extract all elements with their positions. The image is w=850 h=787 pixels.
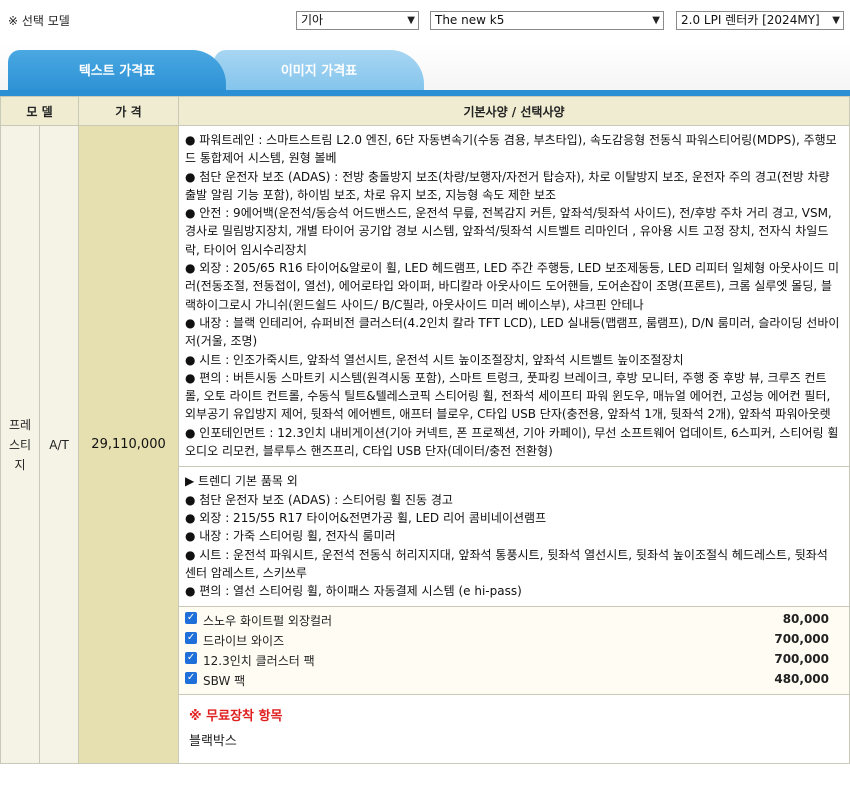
spec-line: ● 편의 : 버튼시동 스마트키 시스템(원격시동 포함), 스마트 트렁크, …	[185, 370, 831, 422]
brand-select[interactable]: 기아 ▼	[296, 11, 419, 30]
option-price: 700,000	[774, 652, 829, 667]
chevron-down-icon: ▼	[652, 15, 660, 26]
free-install-section: ※ 무료장착 항목 블랙박스	[179, 695, 849, 764]
checkbox-checked-icon[interactable]: ✓	[185, 652, 198, 665]
free-install-item: 블랙박스	[189, 734, 237, 750]
header-price: 가 격	[78, 96, 180, 126]
model-name: 프레스티지	[8, 417, 32, 472]
spec-line: ● 내장 : 블랙 인테리어, 슈퍼비전 클러스터(4.2인치 칼라 TFT L…	[185, 315, 840, 349]
checkbox-checked-icon[interactable]: ✓	[185, 672, 198, 685]
option-row[interactable]: ✓ 스노우 화이트펄 외장컬러 80,000	[179, 610, 849, 630]
chevron-down-icon: ▼	[407, 15, 415, 26]
checkbox-checked-icon[interactable]: ✓	[185, 632, 198, 645]
transmission-cell: A/T	[38, 124, 80, 765]
spec-line: ▶ 트렌디 기본 품목 외	[185, 474, 298, 489]
price-cell: 29,110,000	[78, 124, 180, 765]
checkbox-checked-icon[interactable]: ✓	[185, 612, 198, 625]
brand-select-value: 기아	[301, 13, 324, 27]
spec-line: ● 외장 : 205/65 R16 타이어&알로이 휠, LED 헤드램프, L…	[185, 261, 840, 312]
header-model: 모 델	[0, 96, 80, 126]
tab-label: 텍스트 가격표	[78, 64, 156, 79]
extra-spec-block: ▶ 트렌디 기본 품목 외 ● 첨단 운전자 보조 (ADAS) : 스티어링 …	[179, 467, 849, 608]
model-select-value: The new k5	[435, 13, 505, 27]
model-selector-bar: ※ 선택 모델 기아 ▼ The new k5 ▼ 2.0 LPI 렌터카 [2…	[0, 0, 850, 42]
option-price: 480,000	[774, 672, 829, 687]
spec-line: ● 내장 : 가죽 스티어링 휠, 전자식 룸미러	[185, 529, 396, 544]
free-install-title: ※ 무료장착 항목	[189, 709, 283, 725]
model-name-cell: 프레스티지	[0, 124, 40, 765]
features-cell: ● 파워트레인 : 스마트스트림 L2.0 엔진, 6단 자동변속기(수동 겸용…	[178, 124, 850, 765]
price-table: 모 델 가 격 기본사양 / 선택사양 프레스티지 A/T 29,110,000…	[0, 96, 850, 765]
spec-line: ● 첨단 운전자 보조 (ADAS) : 스티어링 휠 진동 경고	[185, 492, 453, 507]
option-price: 80,000	[782, 612, 829, 627]
table-header-row: 모 델 가 격 기본사양 / 선택사양	[0, 96, 850, 126]
option-row[interactable]: ✓ SBW 팩 480,000	[179, 670, 849, 690]
trim-select-value: 2.0 LPI 렌터카 [2024MY]	[681, 13, 820, 27]
tab-bar: 이미지 가격표 텍스트 가격표	[0, 44, 850, 96]
basic-spec-block: ● 파워트레인 : 스마트스트림 L2.0 엔진, 6단 자동변속기(수동 겸용…	[179, 126, 849, 468]
chevron-down-icon: ▼	[832, 15, 840, 26]
table-row: 프레스티지 A/T 29,110,000 ● 파워트레인 : 스마트스트림 L2…	[0, 124, 850, 765]
spec-line: ● 안전 : 9에어백(운전석/동승석 어드밴스드, 운전석 무릎, 전복감지 …	[185, 206, 832, 257]
spec-line: ● 시트 : 운전석 파워시트, 운전석 전동식 허리지지대, 앞좌석 통풍시트…	[185, 547, 828, 580]
option-name: SBW 팩	[203, 674, 246, 689]
spec-line: ● 인포테인먼트 : 12.3인치 내비게이션(기아 커넥트, 폰 프로젝션, …	[185, 425, 839, 459]
spec-line: ● 외장 : 215/55 R17 타이어&전면가공 휠, LED 리어 콤비네…	[185, 510, 547, 525]
option-name: 12.3인치 클러스터 팩	[203, 654, 315, 669]
option-name: 드라이브 와이즈	[203, 634, 285, 649]
spec-line: ● 편의 : 열선 스티어링 휠, 하이패스 자동결제 시스템 (e hi-pa…	[185, 584, 522, 599]
option-price: 700,000	[774, 632, 829, 647]
option-row[interactable]: ✓ 12.3인치 클러스터 팩 700,000	[179, 650, 849, 670]
spec-line: ● 첨단 운전자 보조 (ADAS) : 전방 충돌방지 보조(차량/보행자/자…	[185, 169, 830, 202]
header-features: 기본사양 / 선택사양	[178, 96, 850, 126]
trim-select[interactable]: 2.0 LPI 렌터카 [2024MY] ▼	[676, 11, 844, 30]
option-list: ✓ 스노우 화이트펄 외장컬러 80,000 ✓ 드라이브 와이즈 700,00…	[179, 607, 849, 696]
model-select[interactable]: The new k5 ▼	[430, 11, 664, 30]
spec-line: ● 파워트레인 : 스마트스트림 L2.0 엔진, 6단 자동변속기(수동 겸용…	[185, 133, 837, 166]
option-row[interactable]: ✓ 드라이브 와이즈 700,000	[179, 630, 849, 650]
option-name: 스노우 화이트펄 외장컬러	[203, 614, 333, 629]
spec-line: ● 시트 : 인조가죽시트, 앞좌석 열선시트, 운전석 시트 높이조절장치, …	[185, 352, 684, 367]
tab-label: 이미지 가격표	[280, 64, 358, 79]
select-model-label: ※ 선택 모델	[8, 14, 70, 28]
